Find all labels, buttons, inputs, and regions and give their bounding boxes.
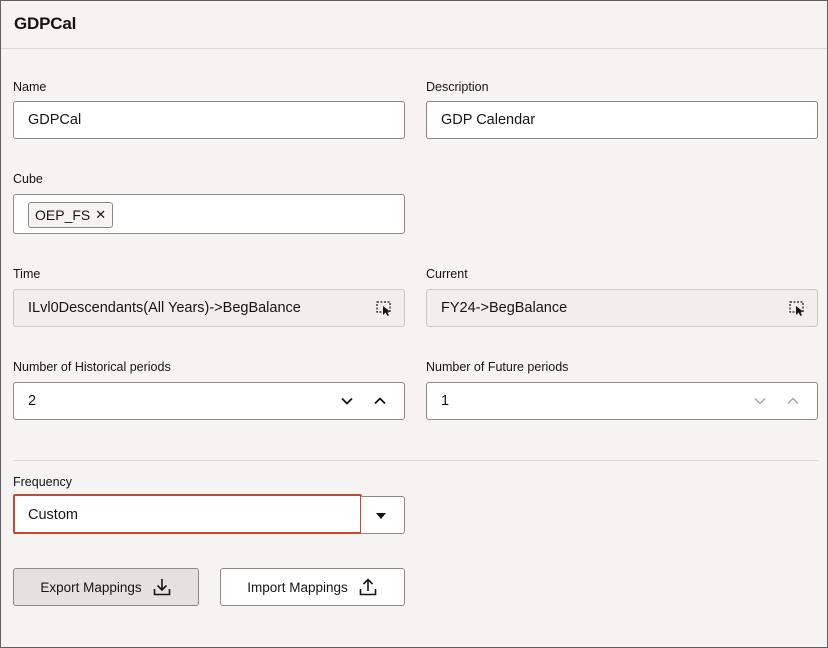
name-input[interactable]: GDPCal bbox=[13, 101, 405, 139]
caret-down-icon bbox=[376, 513, 386, 519]
description-value: GDP Calendar bbox=[441, 112, 536, 128]
frequency-dropdown-button[interactable] bbox=[361, 496, 405, 534]
historical-periods-stepper[interactable]: 2 bbox=[13, 382, 405, 420]
frequency-value: Custom bbox=[28, 507, 78, 523]
frequency-select[interactable]: Custom bbox=[13, 494, 362, 534]
current-input[interactable]: FY24->BegBalance bbox=[426, 289, 818, 327]
cube-chip-label: OEP_FS bbox=[35, 207, 91, 223]
future-periods-value: 1 bbox=[441, 393, 450, 409]
chevron-down-icon[interactable] bbox=[751, 392, 769, 410]
export-mappings-label: Export Mappings bbox=[40, 579, 142, 595]
cube-label: Cube bbox=[13, 172, 43, 186]
chevron-up-icon[interactable] bbox=[371, 392, 389, 410]
historical-periods-label: Number of Historical periods bbox=[13, 360, 171, 374]
future-periods-label: Number of Future periods bbox=[426, 360, 569, 374]
cube-chip: OEP_FS ✕ bbox=[28, 202, 114, 228]
current-value: FY24->BegBalance bbox=[441, 300, 568, 316]
import-mappings-button[interactable]: Import Mappings bbox=[220, 568, 405, 606]
cube-input[interactable]: OEP_FS ✕ bbox=[13, 194, 405, 234]
page-title: GDPCal bbox=[14, 14, 77, 33]
page-header: GDPCal bbox=[1, 1, 827, 49]
historical-periods-value: 2 bbox=[28, 393, 37, 409]
download-icon bbox=[153, 579, 170, 596]
time-value: ILvl0Descendants(All Years)->BegBalance bbox=[28, 300, 301, 316]
import-mappings-label: Import Mappings bbox=[247, 579, 348, 595]
upload-icon bbox=[359, 578, 377, 596]
chevron-up-icon[interactable] bbox=[784, 392, 802, 410]
description-input[interactable]: GDP Calendar bbox=[426, 101, 818, 139]
section-divider bbox=[13, 460, 818, 461]
future-periods-stepper[interactable]: 1 bbox=[426, 382, 818, 420]
member-selector-icon[interactable] bbox=[788, 299, 806, 317]
frequency-label: Frequency bbox=[13, 475, 73, 489]
remove-chip-icon[interactable]: ✕ bbox=[95, 207, 106, 223]
export-mappings-button[interactable]: Export Mappings bbox=[13, 568, 199, 606]
member-selector-icon[interactable] bbox=[375, 299, 393, 317]
description-label: Description bbox=[426, 80, 489, 94]
time-input[interactable]: ILvl0Descendants(All Years)->BegBalance bbox=[13, 289, 405, 327]
chevron-down-icon[interactable] bbox=[338, 392, 356, 410]
current-label: Current bbox=[426, 267, 468, 281]
name-label: Name bbox=[13, 80, 47, 94]
time-label: Time bbox=[13, 267, 41, 281]
name-value: GDPCal bbox=[28, 112, 82, 128]
